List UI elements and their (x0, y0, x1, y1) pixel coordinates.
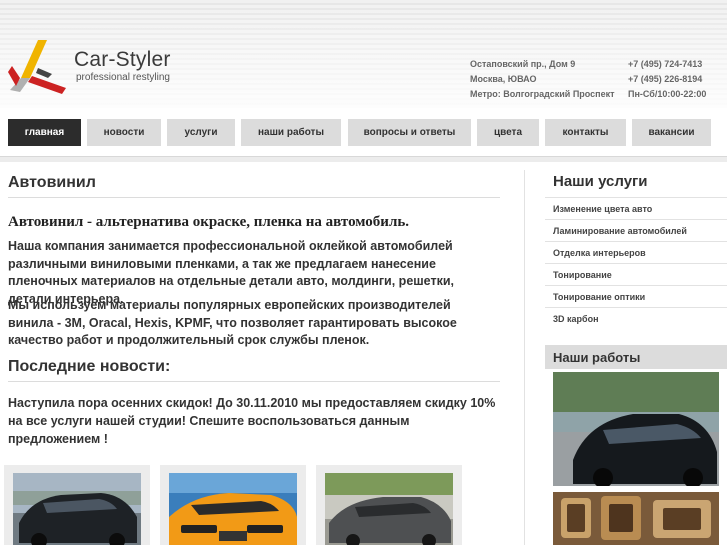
contact-address: Остаповский пр., Дом 9 (470, 59, 576, 69)
news-text: Наступила пора осенних скидок! До 30.11.… (8, 396, 496, 446)
nav-divider (0, 156, 727, 162)
contact-metro: Метро: Волгоградский Проспект (470, 89, 615, 99)
contact-phone-2: +7 (495) 226-8194 (628, 74, 703, 84)
paragraph-2: Мы используем материалы популярных европ… (8, 298, 457, 347)
contact-city: Москва, ЮВАО (470, 74, 537, 84)
gallery-thumb-orange-car[interactable] (160, 465, 306, 545)
contact-phone-1: +7 (495) 724-7413 (628, 59, 703, 69)
gallery-thumb-matte-car[interactable] (316, 465, 462, 545)
service-link-lamination[interactable]: Ламинирование автомобилей (545, 219, 727, 241)
works-title: Наши работы (545, 345, 727, 369)
service-link-optics-tinting[interactable]: Тонирование оптики (545, 285, 727, 307)
logo-tagline: professional restyling (76, 72, 170, 83)
lead-heading: Автовинил - альтернатива окраске, пленка… (8, 214, 410, 230)
nav-item-news[interactable]: новости (87, 119, 161, 146)
matte-car-image (325, 473, 453, 545)
nav-item-home[interactable]: главная (8, 119, 81, 146)
service-link-color-change[interactable]: Изменение цвета авто (545, 197, 727, 219)
page-title: Автовинил (8, 174, 96, 191)
title-divider (8, 197, 500, 198)
news-title: Последние новости: (8, 358, 171, 375)
black-car-image (13, 473, 141, 545)
logo-title[interactable]: Car-Styler (74, 48, 171, 72)
service-link-interior[interactable]: Отделка интерьеров (545, 241, 727, 263)
works-image-interior[interactable] (553, 492, 719, 545)
black-car-photo (553, 372, 719, 486)
nav-item-vacancies[interactable]: вакансии (632, 119, 711, 146)
works-image-black-car[interactable] (553, 372, 719, 486)
service-link-tinting[interactable]: Тонирование (545, 263, 727, 285)
nav-item-contacts[interactable]: контакты (545, 119, 626, 146)
interior-parts-photo (553, 492, 719, 545)
nav-item-works[interactable]: наши работы (241, 119, 341, 146)
orange-car-image (169, 473, 297, 545)
news-divider (8, 381, 500, 382)
gallery-thumb-black-car[interactable] (4, 465, 150, 545)
nav-item-services[interactable]: услуги (167, 119, 235, 146)
nav-item-faq[interactable]: вопросы и ответы (348, 119, 471, 146)
nav-item-colors[interactable]: цвета (477, 119, 539, 146)
contact-hours: Пн-Сб/10:00-22:00 (628, 89, 707, 99)
services-title: Наши услуги (553, 173, 648, 190)
logo-icon[interactable] (8, 38, 68, 94)
service-link-3d-carbon[interactable]: 3D карбон (545, 307, 727, 329)
sidebar-divider (524, 170, 525, 545)
